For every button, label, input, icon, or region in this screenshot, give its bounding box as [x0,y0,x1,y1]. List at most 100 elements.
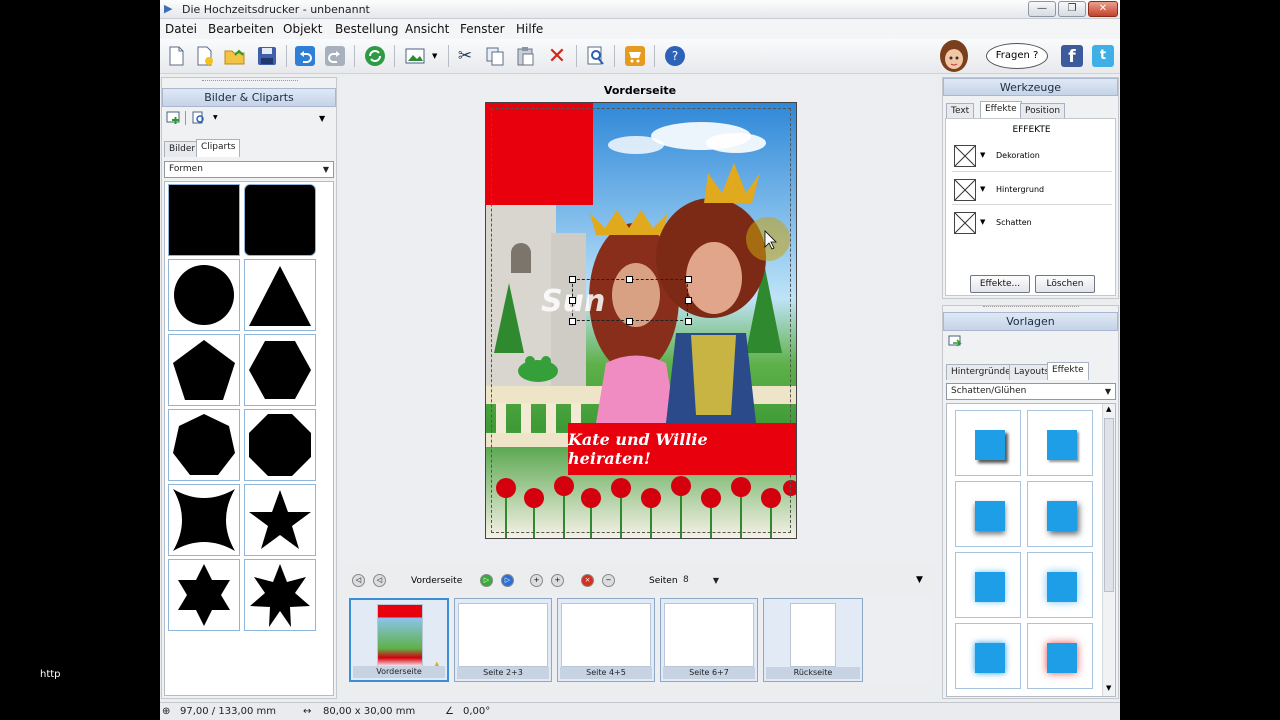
help-bubble[interactable]: Fragen ? [986,43,1048,69]
minimize-button[interactable]: — [1028,1,1056,17]
first-page-button[interactable]: ◁ [352,574,365,587]
tab-bilder[interactable]: Bilder [164,141,201,157]
shape-octagon[interactable] [244,409,316,481]
add-page-after-button[interactable]: + [551,574,564,587]
close-button[interactable]: ✕ [1088,1,1118,17]
apply-template-icon[interactable] [948,335,962,349]
insert-image-icon[interactable] [403,44,427,68]
scroll-up-icon[interactable]: ▲ [1106,405,1111,413]
menu-bestellung[interactable]: Bestellung [335,22,398,36]
save-icon[interactable] [255,44,279,68]
twitter-icon[interactable]: t [1092,45,1114,67]
shape-triangle[interactable] [244,259,316,331]
zoom-icon[interactable] [584,44,608,68]
shape-square[interactable] [168,184,240,256]
new-from-template-icon[interactable] [193,44,217,68]
template-scrollbar[interactable]: ▲ ▼ [1102,404,1115,696]
tab-text[interactable]: Text [946,103,975,119]
template-glow-1[interactable] [955,552,1021,618]
assistant-avatar[interactable] [936,40,972,73]
image-search-dropdown-icon[interactable]: ▼ [213,114,218,121]
open-folder-icon[interactable] [223,44,247,68]
chevron-down-icon[interactable]: ▼ [980,185,985,193]
resize-handle[interactable] [685,297,692,304]
shape-star-7[interactable] [244,559,316,631]
template-glow-2[interactable] [1027,552,1093,618]
resize-handle[interactable] [685,318,692,325]
tab-cliparts[interactable]: Cliparts [196,139,241,157]
template-shadow-2[interactable] [1027,410,1093,476]
scroll-down-icon[interactable]: ▼ [1106,684,1111,692]
resize-handle[interactable] [685,276,692,283]
menu-bearbeiten[interactable]: Bearbeiten [208,22,274,36]
remove-page-button[interactable]: − [602,574,615,587]
prev-page-button[interactable]: ◁ [373,574,386,587]
template-glow-3[interactable] [955,623,1021,689]
delete-effects-button[interactable]: Löschen [1035,275,1095,293]
shape-star-4[interactable] [168,484,240,556]
template-category-select[interactable]: Schatten/Glühen ▼ [946,383,1116,400]
effects-button[interactable]: Effekte... [970,275,1030,293]
clipart-category-select[interactable]: Formen ▼ [164,161,334,178]
add-page-before-button[interactable]: + [530,574,543,587]
thumbnail-rueckseite[interactable]: Rückseite [763,598,863,682]
insert-image-dropdown-icon[interactable]: ▼ [432,52,437,60]
facebook-icon[interactable]: f [1061,45,1083,67]
maximize-button[interactable]: ❐ [1058,1,1086,17]
shape-pentagon[interactable] [168,334,240,406]
cut-icon[interactable]: ✂ [453,44,477,68]
template-shadow-1[interactable] [955,410,1021,476]
last-page-button[interactable]: ▷ [501,574,514,587]
refresh-icon[interactable] [363,44,387,68]
thumbnail-seite-4-5[interactable]: Seite 4+5 [557,598,655,682]
chevron-down-icon[interactable]: ▼ [980,151,985,159]
resize-handle[interactable] [569,297,576,304]
chevron-down-icon[interactable]: ▼ [980,218,985,226]
redo-icon[interactable] [323,44,347,68]
resize-handle[interactable] [569,318,576,325]
menu-ansicht[interactable]: Ansicht [405,22,449,36]
selected-text-object[interactable]: Sun [541,276,692,325]
image-search-icon[interactable] [192,111,206,125]
resize-handle[interactable] [626,318,633,325]
add-image-icon[interactable] [166,111,180,125]
card-canvas[interactable]: Kate und Willie heiraten! Sun [485,102,797,539]
shape-circle[interactable] [168,259,240,331]
menu-datei[interactable]: Datei [165,22,197,36]
menu-hilfe[interactable]: Hilfe [516,22,543,36]
scroll-thumb[interactable] [1104,418,1114,592]
template-glow-4[interactable] [1027,623,1093,689]
template-shadow-3[interactable] [955,481,1021,547]
shape-star-5[interactable] [244,484,316,556]
new-document-icon[interactable] [164,44,188,68]
tab-effekte-templates[interactable]: Effekte [1047,362,1089,380]
copy-icon[interactable] [483,44,507,68]
template-shadow-4[interactable] [1027,481,1093,547]
effect-swatch[interactable] [954,212,976,234]
panel-menu-icon[interactable]: ▼ [319,114,325,123]
pages-count-select[interactable]: 8 ▼ [678,572,724,589]
menu-fenster[interactable]: Fenster [460,22,505,36]
order-cart-icon[interactable] [623,44,647,68]
shape-heptagon[interactable] [168,409,240,481]
resize-handle[interactable] [569,276,576,283]
undo-icon[interactable] [293,44,317,68]
delete-page-button[interactable]: × [581,574,594,587]
shape-hexagon[interactable] [244,334,316,406]
effect-row-hintergrund[interactable]: ▼ Hintergrund [954,177,1118,207]
thumbnail-vorderseite[interactable]: ▲ Vorderseite [349,598,449,682]
shape-rounded-square[interactable] [244,184,316,256]
thumbnail-seite-6-7[interactable]: Seite 6+7 [660,598,758,682]
banner[interactable]: Kate und Willie heiraten! [568,423,796,475]
tab-position[interactable]: Position [1020,103,1066,119]
pages-menu-icon[interactable]: ▼ [916,575,923,585]
effect-swatch[interactable] [954,145,976,167]
help-icon[interactable]: ? [663,44,687,68]
effect-row-schatten[interactable]: ▼ Schatten [954,210,1118,240]
effect-row-dekoration[interactable]: ▼ Dekoration [954,143,1118,173]
resize-handle[interactable] [626,276,633,283]
effect-swatch[interactable] [954,179,976,201]
shape-star-6[interactable] [168,559,240,631]
tab-effekte[interactable]: Effekte [980,101,1022,119]
next-page-button[interactable]: ▷ [480,574,493,587]
